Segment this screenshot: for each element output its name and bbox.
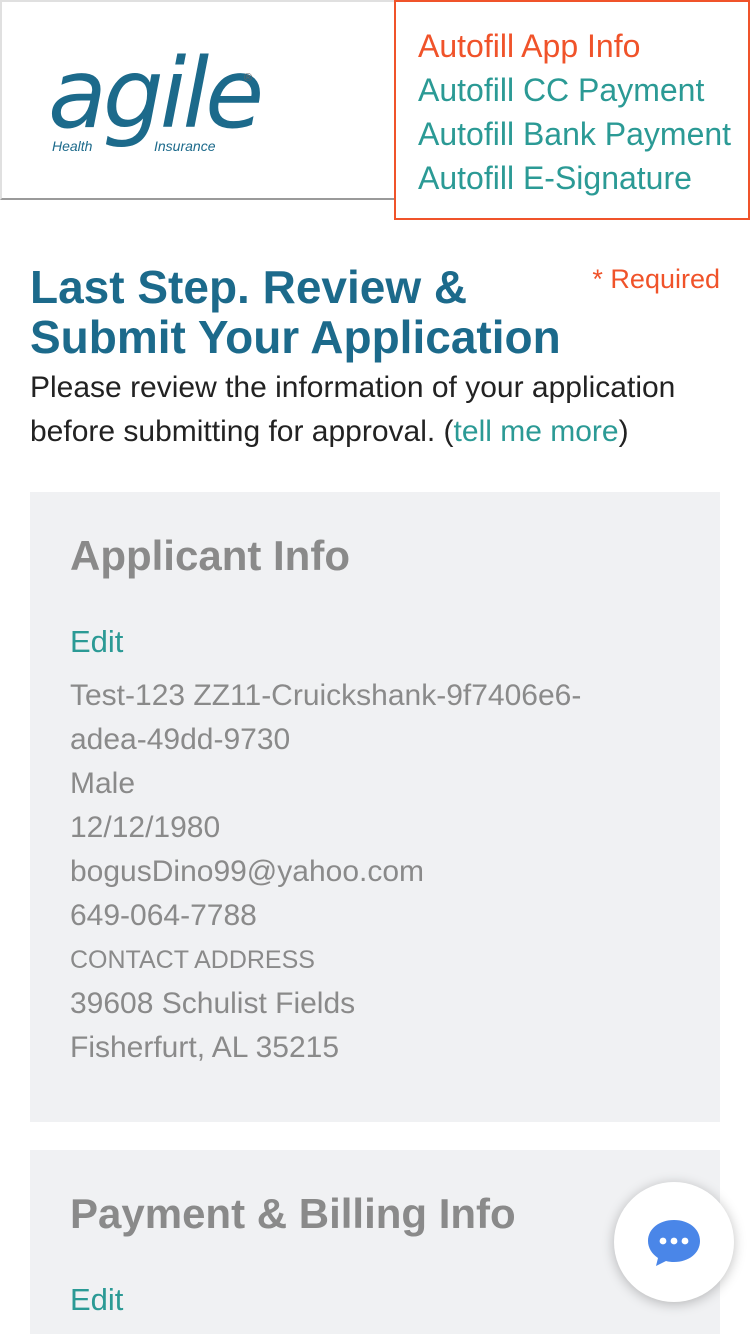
contact-address-label: CONTACT ADDRESS xyxy=(70,946,315,974)
autofill-menu: Autofill App Info Autofill CC Payment Au… xyxy=(394,0,750,220)
autofill-app-info-link[interactable]: Autofill App Info xyxy=(418,24,748,68)
agile-logo[interactable]: agile ® Health Insurance xyxy=(48,46,278,166)
logo-subtitle-health: Health xyxy=(52,138,93,154)
title-section: Last Step. Review & Submit Your Applicat… xyxy=(30,262,720,362)
required-note: * Required xyxy=(592,264,720,294)
applicant-info-card: Applicant Info Edit Test-123 ZZ11-Cruick… xyxy=(30,492,720,1122)
applicant-details: Test-123 ZZ11-Cruickshank-9f7406e6- adea… xyxy=(70,674,680,1070)
chat-bubble-icon xyxy=(648,1220,700,1266)
logo-wordmark: agile xyxy=(48,38,264,150)
page-title: Last Step. Review & Submit Your Applicat… xyxy=(30,261,561,363)
payment-edit-link[interactable]: Edit xyxy=(70,1280,123,1320)
intro-text: Please review the information of your ap… xyxy=(30,366,730,454)
payment-billing-title: Payment & Billing Info xyxy=(70,1190,516,1237)
autofill-cc-payment-link[interactable]: Autofill CC Payment xyxy=(418,68,748,112)
address-line-1: 39608 Schulist Fields xyxy=(70,987,356,1020)
intro-close: ) xyxy=(618,415,629,448)
tell-me-more-link[interactable]: tell me more xyxy=(454,415,619,448)
applicant-dob: 12/12/1980 xyxy=(70,811,221,844)
header: agile ® Health Insurance Autofill App In… xyxy=(0,0,750,220)
applicant-name-line-2: adea-49dd-9730 xyxy=(70,723,291,756)
applicant-name-line-1: Test-123 ZZ11-Cruickshank-9f7406e6- xyxy=(70,679,582,712)
logo-container: agile ® Health Insurance xyxy=(0,0,396,200)
applicant-email: bogusDino99@yahoo.com xyxy=(70,855,425,888)
logo-registered-mark: ® xyxy=(244,72,253,84)
applicant-info-title: Applicant Info xyxy=(70,532,350,579)
autofill-bank-payment-link[interactable]: Autofill Bank Payment xyxy=(418,112,748,156)
applicant-phone: 649-064-7788 xyxy=(70,899,257,932)
chat-button[interactable] xyxy=(614,1182,734,1302)
address-line-2: Fisherfurt, AL 35215 xyxy=(70,1031,340,1064)
applicant-gender: Male xyxy=(70,767,136,800)
logo-subtitle-insurance: Insurance xyxy=(154,138,216,154)
autofill-e-signature-link[interactable]: Autofill E-Signature xyxy=(418,156,748,200)
applicant-edit-link[interactable]: Edit xyxy=(70,622,123,662)
